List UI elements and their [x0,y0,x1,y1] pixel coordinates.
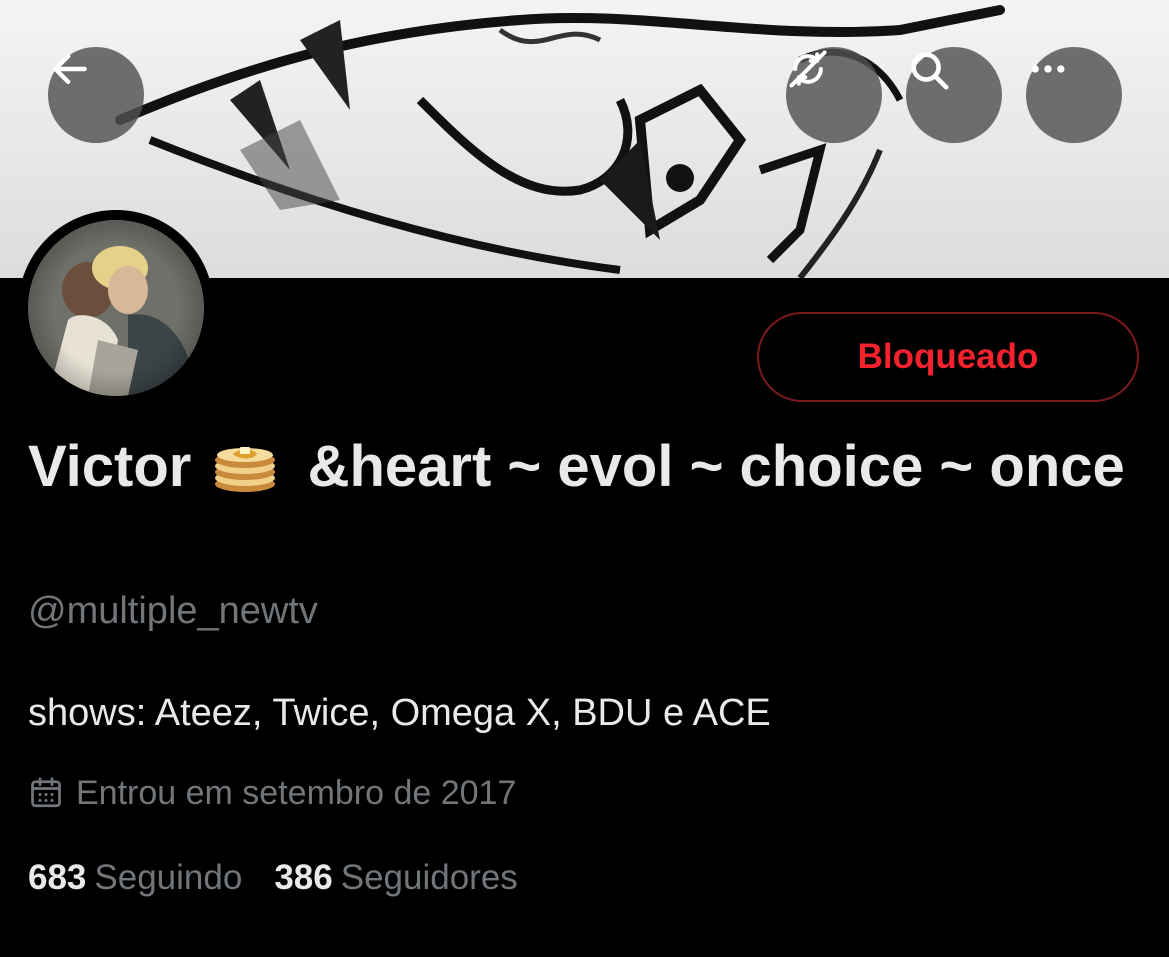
followers-label: Seguidores [340,858,518,897]
following-label: Seguindo [94,858,243,897]
following-count: 683 [28,858,87,897]
sync-slash-icon [789,50,827,88]
display-name: Victor &heart ~ evol ~ choice ~ once [28,428,1128,513]
display-name-first: Victor [28,434,192,499]
arrow-left-icon [53,53,87,85]
back-button[interactable] [48,47,144,143]
more-horizontal-icon [1031,65,1065,73]
followers-link[interactable]: 386 Seguidores [274,858,517,898]
profile-bio: shows: Ateez, Twice, Omega X, BDU e ACE [28,692,771,734]
more-button[interactable] [1026,47,1122,143]
user-handle: @multiple_newtv [28,590,318,632]
display-name-rest: &heart ~ evol ~ choice ~ once [307,434,1125,499]
following-link[interactable]: 683 Seguindo [28,858,242,898]
follow-stats: 683 Seguindo 386 Seguidores [28,858,518,898]
join-date: Entrou em setembro de 2017 [28,770,516,816]
avatar[interactable] [28,220,204,396]
pancakes-icon [213,436,277,513]
join-date-text: Entrou em setembro de 2017 [76,773,517,812]
search-icon [911,52,949,90]
blocked-button-label: Bloqueado [857,337,1039,376]
calendar-icon [31,777,61,808]
sync-button[interactable] [786,47,882,143]
search-button[interactable] [906,47,1002,143]
blocked-button[interactable]: Bloqueado [757,312,1139,402]
avatar-frame [18,210,214,406]
followers-count: 386 [274,858,333,897]
avatar-photo [28,220,204,396]
